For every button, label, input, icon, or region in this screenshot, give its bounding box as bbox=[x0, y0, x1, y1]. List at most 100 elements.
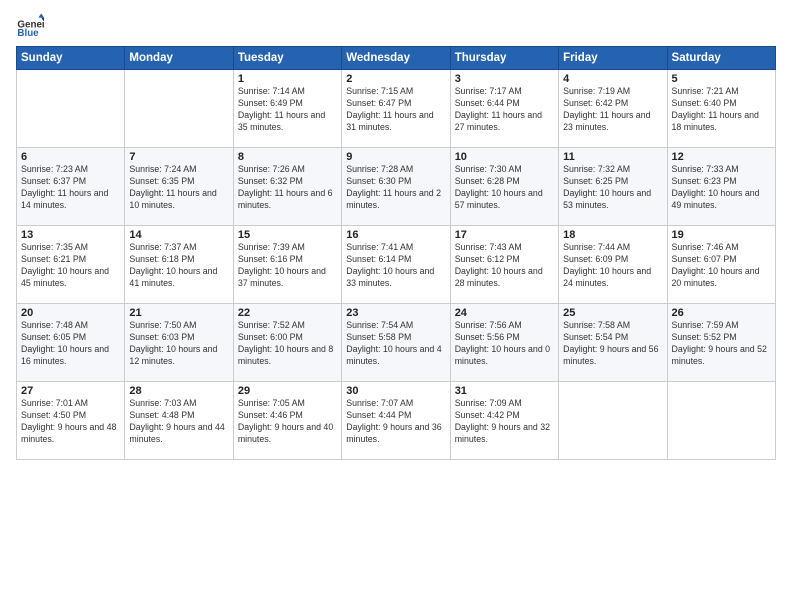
logo: General Blue bbox=[16, 12, 48, 40]
day-cell: 10Sunrise: 7:30 AM Sunset: 6:28 PM Dayli… bbox=[450, 148, 558, 226]
day-cell: 5Sunrise: 7:21 AM Sunset: 6:40 PM Daylig… bbox=[667, 70, 775, 148]
day-cell: 16Sunrise: 7:41 AM Sunset: 6:14 PM Dayli… bbox=[342, 226, 450, 304]
day-cell: 13Sunrise: 7:35 AM Sunset: 6:21 PM Dayli… bbox=[17, 226, 125, 304]
day-cell: 18Sunrise: 7:44 AM Sunset: 6:09 PM Dayli… bbox=[559, 226, 667, 304]
day-cell: 11Sunrise: 7:32 AM Sunset: 6:25 PM Dayli… bbox=[559, 148, 667, 226]
day-cell: 2Sunrise: 7:15 AM Sunset: 6:47 PM Daylig… bbox=[342, 70, 450, 148]
weekday-header-sunday: Sunday bbox=[17, 47, 125, 70]
weekday-header-saturday: Saturday bbox=[667, 47, 775, 70]
day-number: 25 bbox=[563, 307, 662, 319]
svg-text:Blue: Blue bbox=[17, 28, 39, 39]
day-cell: 20Sunrise: 7:48 AM Sunset: 6:05 PM Dayli… bbox=[17, 304, 125, 382]
day-info: Sunrise: 7:33 AM Sunset: 6:23 PM Dayligh… bbox=[672, 164, 771, 212]
day-number: 12 bbox=[672, 151, 771, 163]
day-cell: 27Sunrise: 7:01 AM Sunset: 4:50 PM Dayli… bbox=[17, 382, 125, 460]
day-info: Sunrise: 7:21 AM Sunset: 6:40 PM Dayligh… bbox=[672, 86, 771, 134]
day-number: 6 bbox=[21, 151, 120, 163]
day-number: 13 bbox=[21, 229, 120, 241]
day-info: Sunrise: 7:39 AM Sunset: 6:16 PM Dayligh… bbox=[238, 242, 337, 290]
week-row-5: 27Sunrise: 7:01 AM Sunset: 4:50 PM Dayli… bbox=[17, 382, 776, 460]
week-row-1: 1Sunrise: 7:14 AM Sunset: 6:49 PM Daylig… bbox=[17, 70, 776, 148]
calendar: SundayMondayTuesdayWednesdayThursdayFrid… bbox=[16, 46, 776, 460]
day-number: 20 bbox=[21, 307, 120, 319]
day-cell bbox=[125, 70, 233, 148]
day-info: Sunrise: 7:52 AM Sunset: 6:00 PM Dayligh… bbox=[238, 320, 337, 368]
day-info: Sunrise: 7:43 AM Sunset: 6:12 PM Dayligh… bbox=[455, 242, 554, 290]
weekday-header-row: SundayMondayTuesdayWednesdayThursdayFrid… bbox=[17, 47, 776, 70]
day-cell: 1Sunrise: 7:14 AM Sunset: 6:49 PM Daylig… bbox=[233, 70, 341, 148]
day-cell: 21Sunrise: 7:50 AM Sunset: 6:03 PM Dayli… bbox=[125, 304, 233, 382]
day-number: 28 bbox=[129, 385, 228, 397]
day-cell: 29Sunrise: 7:05 AM Sunset: 4:46 PM Dayli… bbox=[233, 382, 341, 460]
day-info: Sunrise: 7:09 AM Sunset: 4:42 PM Dayligh… bbox=[455, 398, 554, 446]
day-number: 30 bbox=[346, 385, 445, 397]
weekday-header-thursday: Thursday bbox=[450, 47, 558, 70]
day-number: 7 bbox=[129, 151, 228, 163]
week-row-3: 13Sunrise: 7:35 AM Sunset: 6:21 PM Dayli… bbox=[17, 226, 776, 304]
day-info: Sunrise: 7:26 AM Sunset: 6:32 PM Dayligh… bbox=[238, 164, 337, 212]
day-info: Sunrise: 7:54 AM Sunset: 5:58 PM Dayligh… bbox=[346, 320, 445, 368]
day-info: Sunrise: 7:59 AM Sunset: 5:52 PM Dayligh… bbox=[672, 320, 771, 368]
day-info: Sunrise: 7:58 AM Sunset: 5:54 PM Dayligh… bbox=[563, 320, 662, 368]
day-info: Sunrise: 7:28 AM Sunset: 6:30 PM Dayligh… bbox=[346, 164, 445, 212]
weekday-header-monday: Monday bbox=[125, 47, 233, 70]
day-number: 18 bbox=[563, 229, 662, 241]
day-number: 11 bbox=[563, 151, 662, 163]
day-info: Sunrise: 7:30 AM Sunset: 6:28 PM Dayligh… bbox=[455, 164, 554, 212]
day-cell bbox=[17, 70, 125, 148]
day-number: 29 bbox=[238, 385, 337, 397]
day-cell: 14Sunrise: 7:37 AM Sunset: 6:18 PM Dayli… bbox=[125, 226, 233, 304]
page: General Blue SundayMondayTuesdayWednesda… bbox=[0, 0, 792, 612]
day-cell: 7Sunrise: 7:24 AM Sunset: 6:35 PM Daylig… bbox=[125, 148, 233, 226]
day-info: Sunrise: 7:48 AM Sunset: 6:05 PM Dayligh… bbox=[21, 320, 120, 368]
day-info: Sunrise: 7:56 AM Sunset: 5:56 PM Dayligh… bbox=[455, 320, 554, 368]
header: General Blue bbox=[16, 12, 776, 40]
day-cell: 15Sunrise: 7:39 AM Sunset: 6:16 PM Dayli… bbox=[233, 226, 341, 304]
day-number: 1 bbox=[238, 73, 337, 85]
day-cell: 17Sunrise: 7:43 AM Sunset: 6:12 PM Dayli… bbox=[450, 226, 558, 304]
day-info: Sunrise: 7:17 AM Sunset: 6:44 PM Dayligh… bbox=[455, 86, 554, 134]
day-number: 14 bbox=[129, 229, 228, 241]
day-number: 4 bbox=[563, 73, 662, 85]
day-number: 10 bbox=[455, 151, 554, 163]
day-number: 5 bbox=[672, 73, 771, 85]
day-number: 24 bbox=[455, 307, 554, 319]
day-cell bbox=[667, 382, 775, 460]
day-cell: 19Sunrise: 7:46 AM Sunset: 6:07 PM Dayli… bbox=[667, 226, 775, 304]
day-info: Sunrise: 7:15 AM Sunset: 6:47 PM Dayligh… bbox=[346, 86, 445, 134]
weekday-header-tuesday: Tuesday bbox=[233, 47, 341, 70]
day-info: Sunrise: 7:07 AM Sunset: 4:44 PM Dayligh… bbox=[346, 398, 445, 446]
day-info: Sunrise: 7:35 AM Sunset: 6:21 PM Dayligh… bbox=[21, 242, 120, 290]
week-row-4: 20Sunrise: 7:48 AM Sunset: 6:05 PM Dayli… bbox=[17, 304, 776, 382]
day-cell: 30Sunrise: 7:07 AM Sunset: 4:44 PM Dayli… bbox=[342, 382, 450, 460]
day-cell: 3Sunrise: 7:17 AM Sunset: 6:44 PM Daylig… bbox=[450, 70, 558, 148]
day-number: 16 bbox=[346, 229, 445, 241]
day-number: 9 bbox=[346, 151, 445, 163]
day-cell: 26Sunrise: 7:59 AM Sunset: 5:52 PM Dayli… bbox=[667, 304, 775, 382]
day-info: Sunrise: 7:23 AM Sunset: 6:37 PM Dayligh… bbox=[21, 164, 120, 212]
day-cell: 6Sunrise: 7:23 AM Sunset: 6:37 PM Daylig… bbox=[17, 148, 125, 226]
day-cell: 23Sunrise: 7:54 AM Sunset: 5:58 PM Dayli… bbox=[342, 304, 450, 382]
day-info: Sunrise: 7:50 AM Sunset: 6:03 PM Dayligh… bbox=[129, 320, 228, 368]
day-cell: 31Sunrise: 7:09 AM Sunset: 4:42 PM Dayli… bbox=[450, 382, 558, 460]
day-number: 19 bbox=[672, 229, 771, 241]
day-number: 23 bbox=[346, 307, 445, 319]
day-cell: 28Sunrise: 7:03 AM Sunset: 4:48 PM Dayli… bbox=[125, 382, 233, 460]
day-number: 8 bbox=[238, 151, 337, 163]
day-cell: 9Sunrise: 7:28 AM Sunset: 6:30 PM Daylig… bbox=[342, 148, 450, 226]
day-info: Sunrise: 7:19 AM Sunset: 6:42 PM Dayligh… bbox=[563, 86, 662, 134]
day-number: 26 bbox=[672, 307, 771, 319]
day-cell: 24Sunrise: 7:56 AM Sunset: 5:56 PM Dayli… bbox=[450, 304, 558, 382]
day-info: Sunrise: 7:01 AM Sunset: 4:50 PM Dayligh… bbox=[21, 398, 120, 446]
weekday-header-wednesday: Wednesday bbox=[342, 47, 450, 70]
day-number: 31 bbox=[455, 385, 554, 397]
weekday-header-friday: Friday bbox=[559, 47, 667, 70]
day-number: 2 bbox=[346, 73, 445, 85]
day-number: 15 bbox=[238, 229, 337, 241]
day-cell bbox=[559, 382, 667, 460]
day-info: Sunrise: 7:24 AM Sunset: 6:35 PM Dayligh… bbox=[129, 164, 228, 212]
day-cell: 8Sunrise: 7:26 AM Sunset: 6:32 PM Daylig… bbox=[233, 148, 341, 226]
day-info: Sunrise: 7:44 AM Sunset: 6:09 PM Dayligh… bbox=[563, 242, 662, 290]
day-cell: 25Sunrise: 7:58 AM Sunset: 5:54 PM Dayli… bbox=[559, 304, 667, 382]
day-cell: 12Sunrise: 7:33 AM Sunset: 6:23 PM Dayli… bbox=[667, 148, 775, 226]
